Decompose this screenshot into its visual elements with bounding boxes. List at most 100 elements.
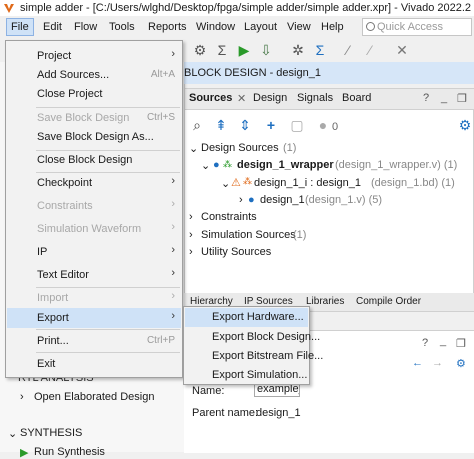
menu-item-export-hardware[interactable]: Export Hardware...	[185, 308, 308, 327]
status-dot-icon: ●	[318, 117, 328, 133]
menu-item-save-block-design-as[interactable]: Save Block Design As...	[7, 127, 181, 147]
help-icon[interactable]: ?	[422, 337, 428, 349]
sum-icon[interactable]: Σ	[312, 42, 328, 58]
menu-flow[interactable]: Flow	[70, 19, 101, 35]
menu-view[interactable]: View	[283, 19, 315, 35]
chevron-right-icon: ›	[171, 221, 175, 233]
back-arrow-icon[interactable]: ←	[412, 357, 423, 369]
menu-layout[interactable]: Layout	[240, 19, 281, 35]
menu-item-save-block-design[interactable]: Save Block Design Ctrl+S	[7, 108, 181, 128]
tab-board[interactable]: Board	[342, 92, 371, 104]
menu-item-text-editor[interactable]: Text Editor ›	[7, 265, 181, 285]
menu-window[interactable]: Window	[192, 19, 239, 35]
menu-item-export-bitstream[interactable]: Export Bitstream File...	[185, 347, 323, 366]
parent-name-value: design_1	[256, 407, 301, 419]
constraints-node[interactable]: Constraints	[201, 211, 257, 223]
module-dot-icon: ●	[248, 194, 255, 206]
cross-icon[interactable]: ✕	[394, 42, 410, 58]
sources-tabs: Sources ✕ Design Signals Board ? _ ❐	[185, 89, 474, 110]
parent-name-label: Parent name:	[192, 407, 259, 419]
export-submenu: Export Hardware... Export Block Design..…	[183, 306, 323, 385]
settings-icon[interactable]: ⚙	[192, 42, 208, 58]
sigma-icon[interactable]: Σ	[214, 42, 230, 58]
menu-help[interactable]: Help	[317, 19, 348, 35]
chevron-right-icon[interactable]: ›	[189, 246, 193, 258]
collapse-all-icon[interactable]: ⇞	[213, 117, 229, 133]
settings-icon[interactable]: ⚙	[456, 357, 466, 370]
restore-icon[interactable]: ❐	[456, 337, 466, 350]
chevron-right-icon: ›	[171, 267, 175, 279]
menu-item-add-sources[interactable]: Add Sources... Alt+A	[7, 65, 181, 85]
tab-libraries[interactable]: Libraries	[306, 296, 344, 307]
run-synthesis-link[interactable]: Run Synthesis	[34, 446, 105, 458]
add-icon[interactable]: +	[263, 117, 279, 133]
chevron-right-icon[interactable]: ›	[189, 229, 193, 241]
quick-access-placeholder: Quick Access	[377, 21, 444, 33]
tab-signals[interactable]: Signals	[297, 92, 333, 104]
chevron-down-icon[interactable]: ⌄	[201, 159, 210, 172]
instance-node[interactable]: design_1_i : design_1	[254, 177, 361, 189]
design-sources-count: (1)	[283, 142, 297, 154]
chevron-down-icon[interactable]: ⌄	[189, 142, 198, 155]
chevron-right-icon: ›	[171, 48, 175, 60]
help-icon[interactable]: ?	[423, 92, 429, 104]
wrapper-node[interactable]: design_1_wrapper	[237, 159, 334, 171]
minimize-icon[interactable]: _	[441, 92, 447, 104]
menu-item-close-project[interactable]: Close Project	[7, 84, 181, 104]
sources-toolbar: ⌕ ⇞ ⇕ + ▢ ● 0 ⚙	[185, 111, 474, 133]
file-icon[interactable]: ▢	[289, 117, 305, 133]
sources-panel: Sources ✕ Design Signals Board ? _ ❐ ⌕ ⇞…	[184, 88, 474, 300]
gear-icon[interactable]: ✲	[290, 42, 306, 58]
wand-icon[interactable]: ⁄	[340, 42, 356, 58]
instance-file: (design_1.bd) (1)	[371, 177, 455, 189]
chevron-right-icon[interactable]: ›	[20, 391, 24, 403]
forward-arrow-icon[interactable]: →	[432, 357, 443, 369]
utility-sources-node[interactable]: Utility Sources	[201, 246, 271, 258]
tab-sources[interactable]: Sources	[189, 92, 232, 104]
vivado-logo-icon	[4, 4, 14, 13]
search-icon[interactable]: ⌕	[189, 117, 205, 133]
menu-item-simulation-waveform[interactable]: Simulation Waveform ›	[7, 219, 181, 239]
settings-icon[interactable]: ⚙	[457, 117, 473, 133]
chevron-right-icon: ›	[171, 175, 175, 187]
chevron-right-icon[interactable]: ›	[239, 194, 243, 206]
menu-edit[interactable]: Edit	[39, 19, 66, 35]
design-file: (design_1.v) (5)	[305, 194, 383, 206]
menu-tools[interactable]: Tools	[105, 19, 139, 35]
chevron-right-icon[interactable]: ›	[189, 211, 193, 223]
menu-item-ip[interactable]: IP ›	[7, 242, 181, 262]
count-badge: 0	[332, 121, 339, 133]
expand-all-icon[interactable]: ⇕	[237, 117, 253, 133]
open-elaborated-design-link[interactable]: Open Elaborated Design	[34, 391, 154, 403]
name-label: Name:	[192, 385, 225, 397]
disabled-tool-icon[interactable]: ⁄	[362, 42, 378, 58]
chevron-right-icon: ›	[171, 290, 175, 302]
tab-compile-order[interactable]: Compile Order	[356, 296, 421, 307]
menu-item-export[interactable]: Export ›	[7, 308, 181, 328]
menu-item-export-simulation[interactable]: Export Simulation...	[185, 366, 308, 385]
tab-design[interactable]: Design	[253, 92, 287, 104]
run-icon[interactable]: ▶	[236, 42, 252, 58]
synthesis-section[interactable]: SYNTHESIS	[20, 427, 82, 439]
quick-access-input[interactable]: Quick Access	[362, 18, 472, 36]
close-icon[interactable]: ✕	[237, 92, 246, 105]
minimize-icon[interactable]: _	[440, 335, 446, 347]
design-node[interactable]: design_1	[260, 194, 305, 206]
program-device-icon[interactable]: ⇩	[258, 42, 274, 58]
menu-item-checkpoint[interactable]: Checkpoint ›	[7, 173, 181, 193]
chevron-down-icon[interactable]: ⌄	[8, 427, 17, 440]
design-sources-node[interactable]: Design Sources	[201, 142, 279, 154]
window-title: simple adder - [C:/Users/wlghd/Desktop/f…	[20, 2, 472, 14]
menu-item-project[interactable]: Project ›	[7, 46, 181, 66]
menu-item-exit[interactable]: Exit	[7, 354, 181, 374]
chevron-down-icon[interactable]: ⌄	[221, 177, 230, 190]
menu-item-close-block-design[interactable]: Close Block Design	[7, 150, 181, 170]
menu-item-export-block-design[interactable]: Export Block Design...	[185, 328, 320, 347]
menu-reports[interactable]: Reports	[144, 19, 191, 35]
menu-item-print[interactable]: Print... Ctrl+P	[7, 331, 181, 351]
menu-item-constraints[interactable]: Constraints ›	[7, 196, 181, 216]
simulation-sources-node[interactable]: Simulation Sources	[201, 229, 296, 241]
restore-icon[interactable]: ❐	[457, 92, 467, 105]
menu-file[interactable]: File	[6, 18, 34, 36]
menu-item-import[interactable]: Import ›	[7, 288, 181, 308]
